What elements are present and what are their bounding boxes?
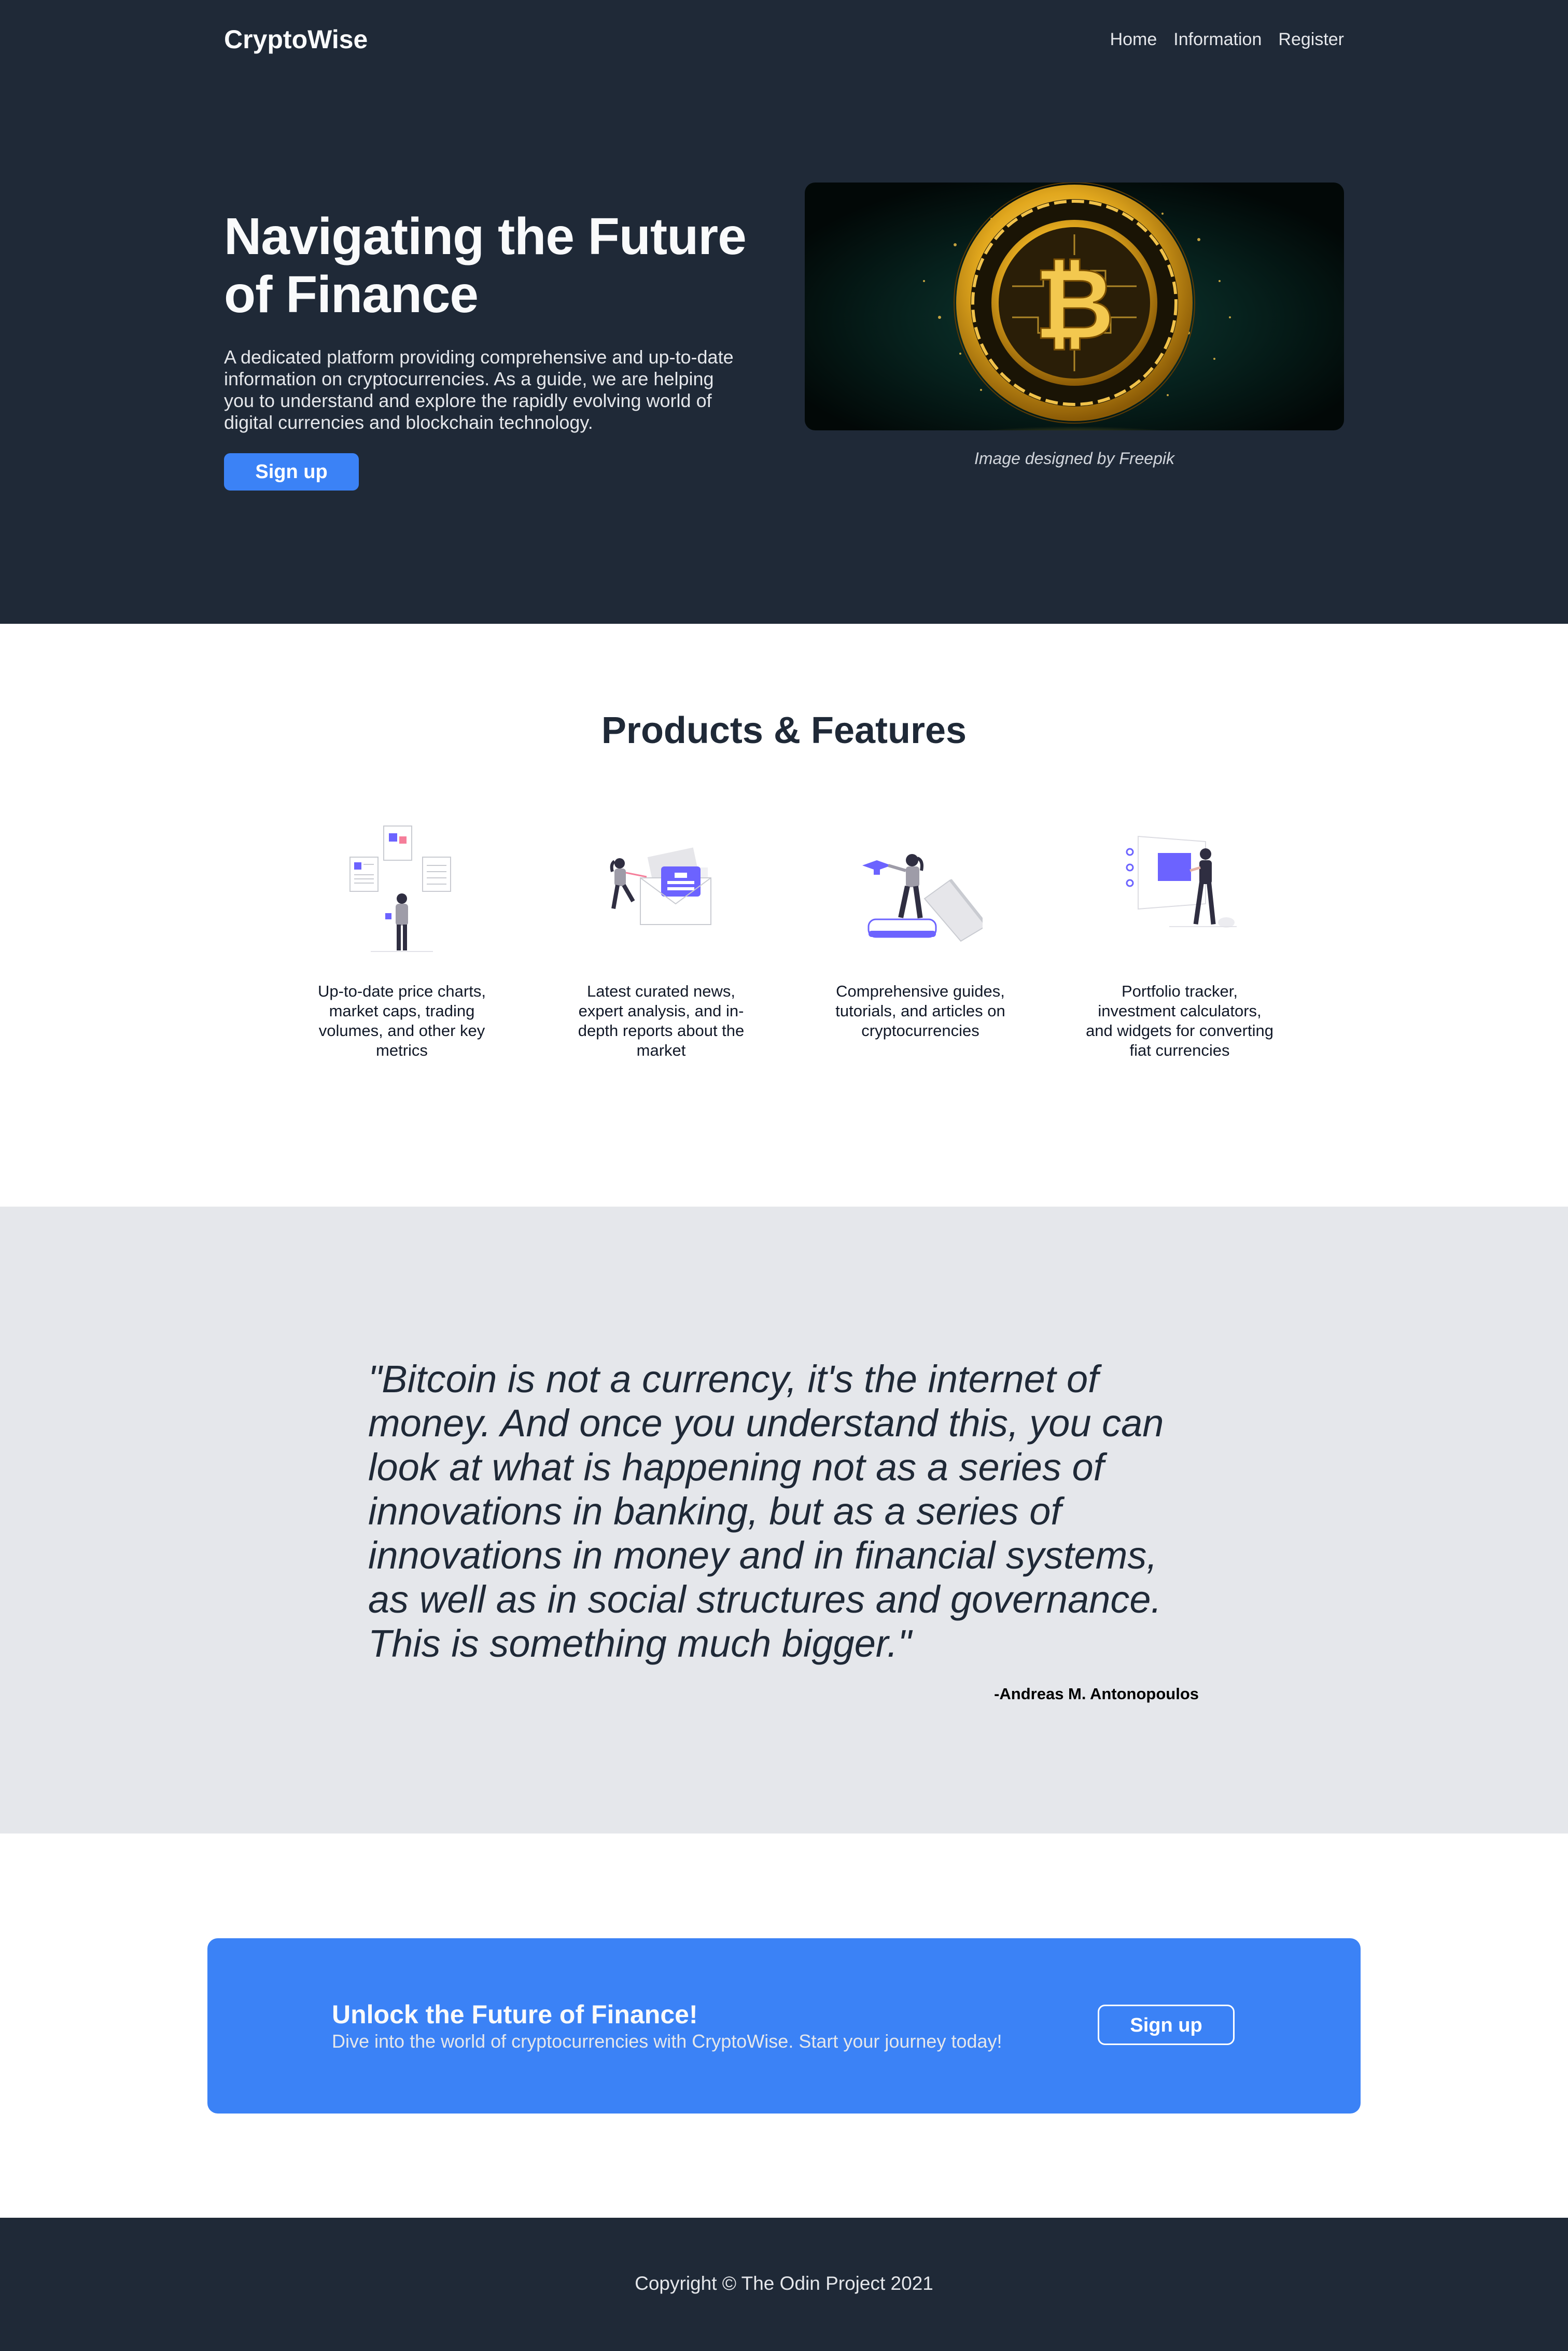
news-envelope-illustration-icon: [610, 847, 711, 925]
top-nav: CryptoWise Home Information Register: [224, 0, 1344, 79]
features-title: Products & Features: [601, 710, 967, 751]
cta-banner: Unlock the Future of Finance! Dive into …: [207, 1938, 1361, 2114]
hero-section: CryptoWise Home Information Register Nav…: [0, 0, 1568, 624]
nav-links: Home Information Register: [1110, 30, 1344, 50]
feature-card: Portfolio tracker, investment calculator…: [1084, 821, 1276, 1060]
hero-image-caption: Image designed by Freepik: [974, 449, 1174, 468]
nav-link-information[interactable]: Information: [1173, 30, 1262, 50]
hero-signup-button[interactable]: Sign up: [224, 453, 359, 491]
features-section: Products & Features Up-to-date price cha…: [0, 624, 1568, 1207]
quote-author: -Andreas M. Antonopoulos: [994, 1685, 1199, 1703]
site-logo[interactable]: CryptoWise: [224, 24, 368, 54]
quote-text: "Bitcoin is not a currency, it's the int…: [368, 1358, 1164, 1665]
nav-link-home[interactable]: Home: [1110, 30, 1157, 50]
feature-card: Comprehensive guides, tutorials, and art…: [824, 821, 1016, 1060]
footer: Copyright © The Odin Project 2021: [0, 2218, 1568, 2351]
cta-subtitle: Dive into the world of cryptocurrencies …: [332, 2031, 1002, 2052]
nav-link-register[interactable]: Register: [1278, 30, 1344, 50]
cta-title: Unlock the Future of Finance!: [332, 2000, 698, 2029]
quote-section: "Bitcoin is not a currency, it's the int…: [0, 1207, 1568, 1834]
portfolio-board-illustration-icon: [1126, 835, 1237, 928]
feature-text: Comprehensive guides, tutorials, and art…: [835, 982, 1005, 1040]
bitcoin-coin-image: ₿: [805, 183, 1344, 430]
feature-text: Portfolio tracker, investment calculator…: [1086, 982, 1273, 1059]
feature-card: Up-to-date price charts, market caps, tr…: [306, 821, 498, 1060]
features-grid: Up-to-date price charts, market caps, tr…: [306, 821, 1276, 1060]
feature-text: Latest curated news, expert analysis, an…: [578, 982, 745, 1059]
svg-text:₿: ₿: [1034, 247, 1115, 361]
hero-text-block: Navigating the Future of Finance A dedic…: [224, 207, 753, 491]
feature-text: Up-to-date price charts, market caps, tr…: [318, 982, 486, 1059]
hero-image-block: ₿ Image designed by Freepik: [805, 183, 1344, 468]
hero-title: Navigating the Future of Finance: [224, 207, 747, 324]
feature-card: Latest curated news, expert analysis, an…: [565, 821, 757, 1060]
learning-books-illustration-icon: [862, 854, 983, 942]
hero-description: A dedicated platform providing comprehen…: [224, 346, 734, 433]
cta-section: Unlock the Future of Finance! Dive into …: [0, 1834, 1568, 2218]
footer-copyright: Copyright © The Odin Project 2021: [635, 2273, 933, 2294]
price-charts-illustration-icon: [349, 825, 451, 952]
cta-signup-button[interactable]: Sign up: [1098, 2005, 1235, 2045]
